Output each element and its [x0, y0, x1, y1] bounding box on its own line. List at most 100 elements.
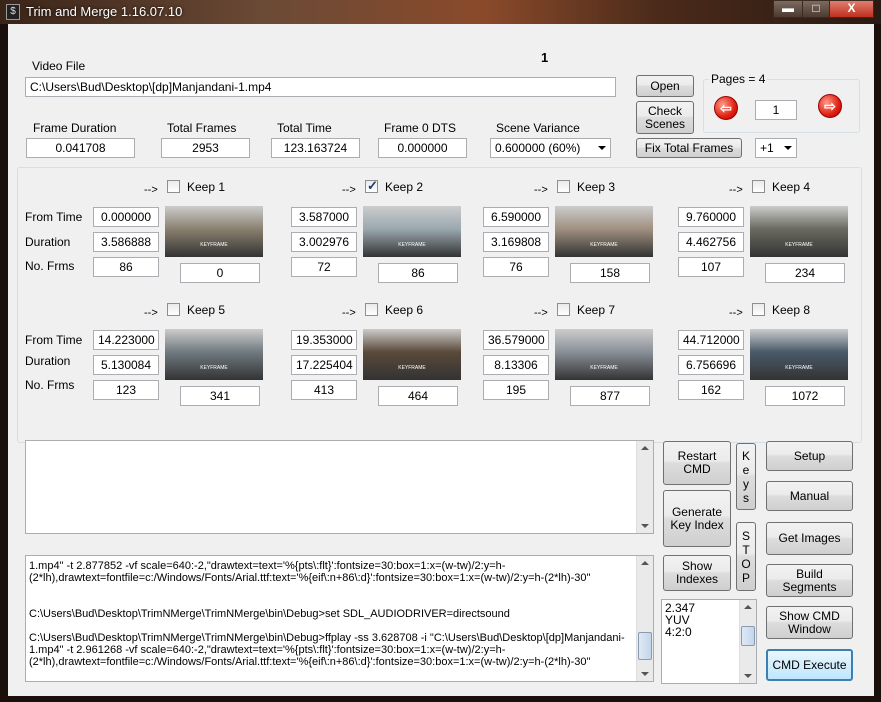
segment-6-duration[interactable]: 17.225404	[291, 355, 357, 375]
segment-5-frames[interactable]: 123	[93, 380, 159, 400]
minimize-button[interactable]: ▬	[773, 0, 803, 18]
segment-1-arrow: -->	[144, 184, 158, 196]
segment-4-from-time[interactable]: 9.760000	[678, 207, 744, 227]
segment-8-from-time[interactable]: 44.712000	[678, 330, 744, 350]
keep-1-checkbox[interactable]	[167, 180, 180, 193]
keep-7-label: Keep 7	[577, 303, 616, 317]
frame0-dts-field[interactable]: 0.000000	[378, 138, 467, 158]
generate-key-index-button[interactable]: Generate Key Index	[663, 490, 731, 547]
get-images-button[interactable]: Get Images	[766, 522, 853, 555]
segment-7-arrow: -->	[534, 307, 548, 319]
scene-variance-label: Scene Variance	[496, 121, 580, 135]
keys-button[interactable]: K e y s	[736, 443, 756, 510]
arrow-right-icon[interactable]: ⇨	[818, 94, 842, 118]
restart-cmd-button[interactable]: Restart CMD	[663, 441, 731, 485]
setup-button[interactable]: Setup	[766, 441, 853, 471]
segment-6-thumbnail[interactable]: KEYFRAME	[363, 329, 461, 380]
show-indexes-button[interactable]: Show Indexes	[663, 555, 731, 591]
pages-label: Pages = 4	[709, 72, 768, 86]
segment-5-thumbnail[interactable]: KEYFRAME	[165, 329, 263, 380]
segment-8-duration[interactable]: 6.756696	[678, 355, 744, 375]
segment-2-duration[interactable]: 3.002976	[291, 232, 357, 252]
segment-6-frames[interactable]: 413	[291, 380, 357, 400]
segment-7-duration[interactable]: 8.13306	[483, 355, 549, 375]
keep-2-checkbox[interactable]	[365, 178, 378, 194]
scene-variance-select[interactable]: 0.600000 (60%)	[490, 138, 611, 158]
show-cmd-window-button[interactable]: Show CMD Window	[766, 606, 853, 639]
notes-textbox[interactable]	[25, 440, 654, 534]
segment-7-start-frame: 877	[570, 386, 650, 406]
page-indicator: 1	[541, 50, 549, 65]
total-time-label: Total Time	[277, 121, 332, 135]
total-time-field[interactable]: 123.163724	[271, 138, 360, 158]
segment-3-duration[interactable]: 3.169808	[483, 232, 549, 252]
log-line: C:\Users\Bud\Desktop\TrimNMerge\TrimNMer…	[29, 632, 625, 644]
segment-2-arrow: -->	[342, 184, 356, 196]
page-number-field[interactable]: 1	[755, 100, 797, 120]
segment-5-duration[interactable]: 5.130084	[93, 355, 159, 375]
segment-8-thumbnail[interactable]: KEYFRAME	[750, 329, 848, 380]
close-button[interactable]: X	[829, 0, 874, 18]
open-button[interactable]: Open	[636, 75, 694, 97]
segment-2-from-time[interactable]: 3.587000	[291, 207, 357, 227]
log-scrollbar[interactable]	[636, 556, 653, 681]
from-time-label: From Time	[25, 210, 83, 224]
cmd-execute-button[interactable]: CMD Execute	[766, 649, 853, 681]
segment-2-start-frame: 86	[378, 263, 458, 283]
arrow-left-icon[interactable]: ⇦	[714, 96, 738, 120]
keep-3-checkbox[interactable]	[557, 180, 570, 193]
build-segments-button[interactable]: Build Segments	[766, 564, 853, 597]
segment-4-thumbnail[interactable]: KEYFRAME	[750, 206, 848, 257]
segment-4-frames[interactable]: 107	[678, 257, 744, 277]
keep-7-checkbox[interactable]	[557, 303, 570, 316]
fix-total-frames-button[interactable]: Fix Total Frames	[636, 138, 742, 158]
scroll-up-icon	[744, 605, 752, 609]
segment-2-thumbnail[interactable]: KEYFRAME	[363, 206, 461, 257]
segment-7-thumbnail[interactable]: KEYFRAME	[555, 329, 653, 380]
scene-variance-value: 0.600000 (60%)	[495, 141, 581, 155]
info-scrollbar[interactable]	[739, 600, 756, 683]
frame-duration-field[interactable]: 0.041708	[26, 138, 135, 158]
log-output[interactable]: 1.mp4" -t 2.877852 -vf scale=640:-2,"dra…	[25, 555, 654, 682]
keep-8-checkbox[interactable]	[752, 303, 765, 316]
scroll-thumb[interactable]	[638, 632, 652, 660]
manual-button[interactable]: Manual	[766, 481, 853, 511]
notes-scrollbar[interactable]	[636, 441, 653, 533]
keep-2-label: Keep 2	[385, 180, 424, 194]
segment-7-from-time[interactable]: 36.579000	[483, 330, 549, 350]
segment-3-from-time[interactable]: 6.590000	[483, 207, 549, 227]
video-file-input[interactable]: C:\Users\Bud\Desktop\[dp]Manjandani-1.mp…	[25, 77, 616, 97]
segment-1-from-time[interactable]: 0.000000	[93, 207, 159, 227]
total-frames-field[interactable]: 2953	[161, 138, 250, 158]
keep-1-label: Keep 1	[187, 180, 226, 194]
keep-6-label: Keep 6	[385, 303, 424, 317]
maximize-button[interactable]: □	[802, 0, 830, 18]
segment-1-frames[interactable]: 86	[93, 257, 159, 277]
keep-6-checkbox[interactable]	[365, 303, 378, 316]
check-scenes-button[interactable]: Check Scenes	[636, 101, 694, 134]
log-line: 1.mp4" -t 2.877852 -vf scale=640:-2,"dra…	[29, 560, 506, 572]
segment-2-frames[interactable]: 72	[291, 257, 357, 277]
scroll-down-icon	[744, 674, 752, 678]
segment-8-frames[interactable]: 162	[678, 380, 744, 400]
keep-4-checkbox[interactable]	[752, 180, 765, 193]
segment-3-frames[interactable]: 76	[483, 257, 549, 277]
from-time-label: From Time	[25, 333, 83, 347]
segment-8-start-frame: 1072	[765, 386, 845, 406]
title-bar[interactable]: $ Trim and Merge 1.16.07.10 ▬ □ X	[0, 0, 881, 24]
segment-5-from-time[interactable]: 14.223000	[93, 330, 159, 350]
scroll-thumb[interactable]	[741, 626, 755, 646]
segment-1-thumbnail[interactable]: KEYFRAME	[165, 206, 263, 257]
keep-8-label: Keep 8	[772, 303, 811, 317]
page-step-select[interactable]: +1	[755, 138, 797, 158]
keep-5-checkbox[interactable]	[167, 303, 180, 316]
segment-3-thumbnail[interactable]: KEYFRAME	[555, 206, 653, 257]
stop-button[interactable]: S T O P	[736, 522, 756, 591]
segment-4-duration[interactable]: 4.462756	[678, 232, 744, 252]
segment-7-frames[interactable]: 195	[483, 380, 549, 400]
segment-6-thumb-caption: KEYFRAME	[398, 365, 426, 371]
segment-1-duration[interactable]: 3.586888	[93, 232, 159, 252]
segment-6-from-time[interactable]: 19.353000	[291, 330, 357, 350]
main-window: 1 Video File C:\Users\Bud\Desktop\[dp]Ma…	[8, 24, 874, 696]
no-frms-label: No. Frms	[25, 378, 75, 392]
